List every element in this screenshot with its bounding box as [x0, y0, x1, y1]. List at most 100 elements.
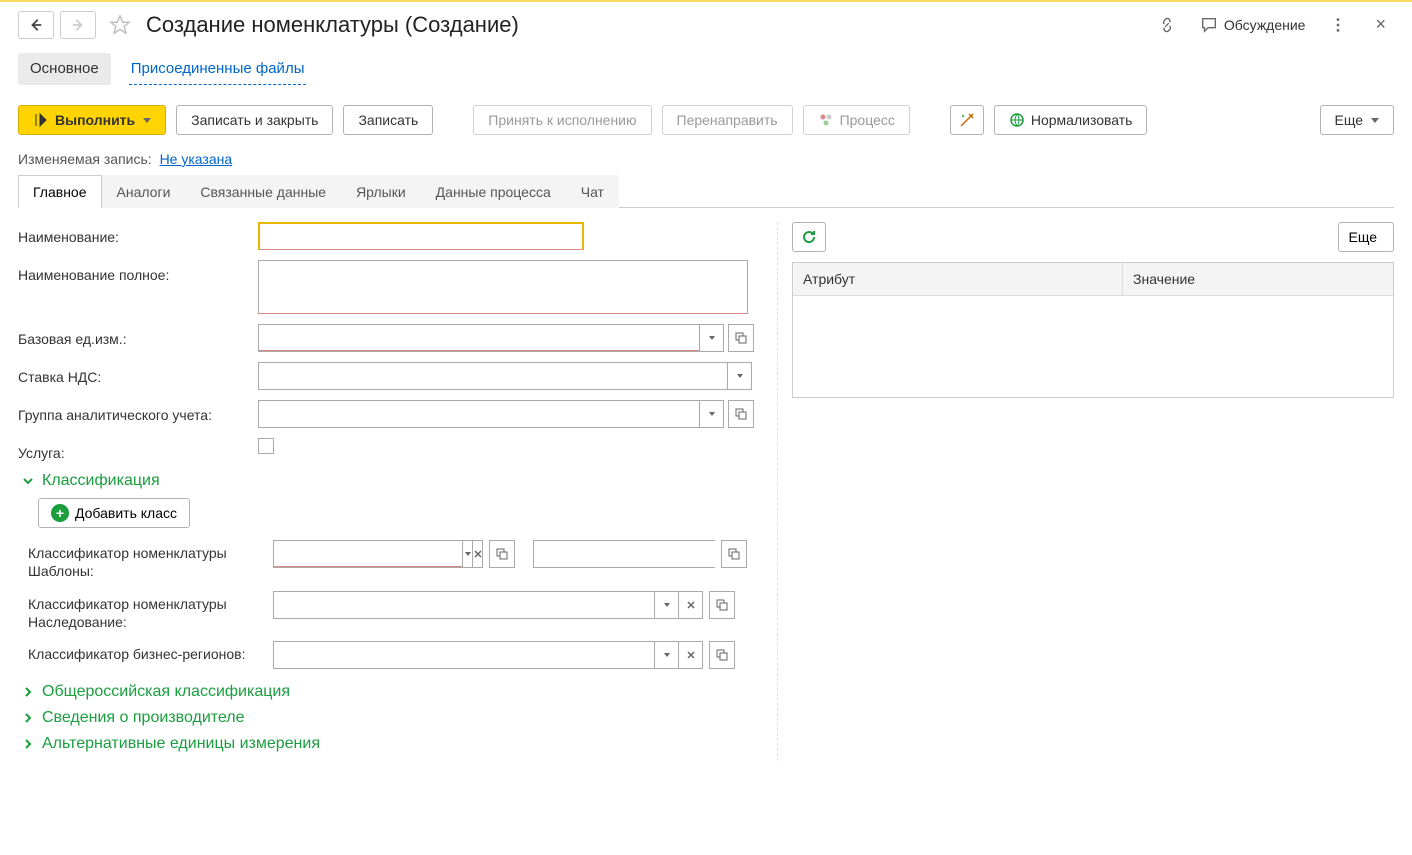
subnav-main[interactable]: Основное	[18, 53, 111, 85]
name-label: Наименование:	[18, 222, 258, 246]
open-icon	[728, 548, 740, 560]
tab-tags[interactable]: Ярлыки	[341, 175, 421, 208]
star-icon	[109, 14, 131, 36]
discuss-button[interactable]: Обсуждение	[1196, 12, 1310, 38]
vat-rate-dropdown[interactable]	[727, 363, 751, 389]
classifier-templates-open-1[interactable]	[489, 540, 515, 568]
tabs-bar: Главное Аналоги Связанные данные Ярлыки …	[18, 175, 1394, 208]
classifier-templates-input-2[interactable]	[534, 541, 722, 567]
back-button[interactable]	[18, 11, 54, 39]
caret-down-icon	[143, 118, 151, 123]
classifier-templates-dropdown-1[interactable]	[462, 541, 472, 567]
analytic-group-dropdown[interactable]	[699, 401, 723, 427]
dots-vertical-icon	[1329, 16, 1347, 34]
add-class-button[interactable]: + Добавить класс	[38, 498, 190, 528]
classifier-templates-label: Классификатор номенклатуры Шаблоны:	[28, 540, 273, 580]
classifier-templates-open-2[interactable]	[721, 540, 747, 568]
analytic-group-open[interactable]	[728, 400, 754, 428]
section-ru-classification-label: Общероссийская классификация	[42, 683, 290, 701]
caret-down-icon	[1371, 118, 1379, 123]
info-row: Изменяемая запись: Не указана	[0, 145, 1412, 175]
col-attribute[interactable]: Атрибут	[793, 263, 1123, 295]
base-unit-input[interactable]	[259, 325, 699, 351]
chevron-down-icon	[22, 475, 34, 487]
link-icon	[1158, 16, 1176, 34]
vat-rate-label: Ставка НДС:	[18, 362, 258, 386]
col-value[interactable]: Значение	[1123, 263, 1393, 295]
caret-down-icon	[736, 372, 744, 380]
plus-circle-icon: +	[51, 504, 69, 522]
section-ru-classification[interactable]: Общероссийская классификация	[22, 683, 767, 701]
analytic-group-label: Группа аналитического учета:	[18, 400, 258, 424]
favorite-toggle[interactable]	[106, 11, 134, 39]
arrow-left-icon	[29, 18, 43, 32]
section-manufacturer[interactable]: Сведения о производителе	[22, 709, 767, 727]
open-icon	[735, 332, 747, 344]
tab-analogs[interactable]: Аналоги	[102, 175, 186, 208]
caret-down-icon	[464, 550, 472, 558]
refresh-icon	[801, 229, 817, 245]
classifier-regions-input[interactable]	[274, 642, 654, 668]
open-icon	[716, 649, 728, 661]
changeable-record-link[interactable]: Не указана	[160, 151, 233, 167]
classifier-templates-clear-1[interactable]	[472, 541, 482, 567]
base-unit-open[interactable]	[728, 324, 754, 352]
classifier-inherit-dropdown[interactable]	[654, 592, 678, 618]
play-icon	[33, 112, 49, 128]
table-body[interactable]	[793, 295, 1393, 397]
vat-rate-input[interactable]	[259, 363, 727, 389]
main-toolbar: Выполнить Записать и закрыть Записать Пр…	[0, 99, 1412, 145]
chevron-right-icon	[22, 712, 34, 724]
tab-process-data[interactable]: Данные процесса	[421, 175, 566, 208]
save-close-button[interactable]: Записать и закрыть	[176, 105, 333, 135]
classifier-regions-clear[interactable]	[678, 642, 702, 668]
normalize-button[interactable]: Нормализовать	[994, 105, 1148, 135]
section-classification[interactable]: Классификация	[22, 472, 767, 490]
process-label: Процесс	[840, 112, 895, 128]
x-icon	[687, 651, 695, 659]
classifier-regions-open[interactable]	[709, 641, 735, 669]
classifier-templates-input-1[interactable]	[274, 541, 462, 567]
subnav-attachments[interactable]: Присоединенные файлы	[129, 53, 307, 85]
base-unit-dropdown[interactable]	[699, 325, 723, 351]
more-button[interactable]: Еще	[1320, 105, 1395, 135]
refresh-button[interactable]	[792, 222, 826, 252]
service-checkbox[interactable]	[258, 438, 274, 454]
process-icon	[818, 112, 834, 128]
open-icon	[735, 408, 747, 420]
service-label: Услуга:	[18, 438, 258, 462]
name-input[interactable]	[258, 222, 584, 250]
caret-down-icon	[663, 601, 671, 609]
normalize-label: Нормализовать	[1031, 112, 1133, 128]
link-button[interactable]	[1154, 12, 1180, 38]
section-alt-units[interactable]: Альтернативные единицы измерения	[22, 735, 767, 753]
execute-button[interactable]: Выполнить	[18, 105, 166, 135]
accept-button[interactable]: Принять к исполнению	[473, 105, 651, 135]
forward-button[interactable]	[60, 11, 96, 39]
redirect-button[interactable]: Перенаправить	[662, 105, 793, 135]
tab-related[interactable]: Связанные данные	[185, 175, 341, 208]
right-more-button[interactable]: Еще	[1338, 222, 1395, 252]
magic-button[interactable]	[950, 105, 984, 135]
analytic-group-input[interactable]	[259, 401, 699, 427]
classifier-inherit-clear[interactable]	[678, 592, 702, 618]
full-name-input[interactable]	[258, 260, 748, 314]
tab-chat[interactable]: Чат	[566, 175, 619, 208]
close-button[interactable]: ×	[1367, 10, 1394, 39]
classifier-inherit-open[interactable]	[709, 591, 735, 619]
execute-label: Выполнить	[55, 112, 135, 128]
base-unit-label: Базовая ед.изм.:	[18, 324, 258, 348]
open-icon	[716, 599, 728, 611]
classifier-inherit-input[interactable]	[274, 592, 654, 618]
tab-main[interactable]: Главное	[18, 175, 102, 208]
discuss-label: Обсуждение	[1224, 17, 1306, 33]
chevron-right-icon	[22, 686, 34, 698]
classifier-regions-dropdown[interactable]	[654, 642, 678, 668]
process-button[interactable]: Процесс	[803, 105, 910, 135]
chevron-right-icon	[22, 738, 34, 750]
globe-icon	[1009, 112, 1025, 128]
kebab-menu[interactable]	[1325, 12, 1351, 38]
save-button[interactable]: Записать	[343, 105, 433, 135]
section-classification-label: Классификация	[42, 472, 160, 490]
wand-icon	[959, 112, 975, 128]
